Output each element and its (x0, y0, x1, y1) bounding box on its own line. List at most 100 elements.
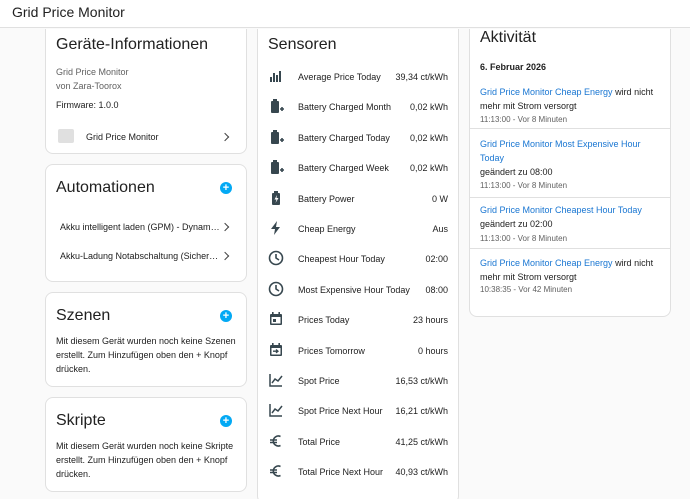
sensor-value: 39,34 ct/kWh (395, 72, 448, 82)
activity-entry: Grid Price Monitor Most Expensive Hour T… (470, 128, 670, 194)
add-script-button[interactable]: + (220, 415, 232, 427)
sensor-row[interactable]: Spot Price 16,53 ct/kWh (258, 366, 458, 396)
sensor-name: Spot Price (298, 376, 340, 386)
automation-label: Akku-Ladung Notabschaltung (Sicherh… (60, 251, 220, 261)
sensor-value: 16,53 ct/kWh (395, 376, 448, 386)
device-link-row[interactable]: Grid Price Monitor (46, 125, 246, 151)
device-firmware: Firmware: 1.0.0 (56, 100, 119, 110)
sensor-row[interactable]: Prices Today 23 hours (258, 305, 458, 335)
sensor-row[interactable]: Average Price Today 39,34 ct/kWh (258, 62, 458, 92)
automation-item[interactable]: Akku intelligent laden (GPM) - Dynamis… (46, 215, 246, 241)
battery-plus-icon (268, 159, 284, 175)
device-info-title: Geräte-Informationen (56, 36, 209, 53)
calendar-arrow-icon (268, 342, 284, 358)
sensor-row[interactable]: Cheap Energy Aus (258, 214, 458, 244)
clock-icon (268, 250, 284, 266)
sensor-name: Total Price Next Hour (298, 467, 384, 478)
activity-timestamp: 11:13:00 - Vor 8 Minuten (480, 115, 568, 124)
sensor-value: 08:00 (425, 284, 448, 295)
sensor-row[interactable]: Battery Power 0 W (258, 184, 458, 214)
sensor-name: Average Price Today (298, 72, 381, 82)
sensor-row[interactable]: Total Price Next Hour 40,93 ct/kWh (258, 457, 458, 487)
sensor-value: 23 hours (412, 315, 448, 326)
scripts-card: Skripte + Mit diesem Gerät wurden noch k… (45, 397, 247, 492)
sensor-row[interactable]: Most Expensive Hour Today 08:00 (258, 275, 458, 305)
battery-plus-icon (268, 98, 284, 114)
sensor-name: Battery Charged Month (298, 102, 392, 113)
calendar-icon (268, 311, 284, 327)
top-app-bar: Grid Price Monitor (0, 0, 690, 28)
line-chart-icon (268, 402, 284, 418)
device-manufacturer: von Zara-Toorox (56, 81, 122, 91)
scenes-title: Szenen (56, 307, 111, 324)
add-scene-button[interactable]: + (220, 310, 232, 322)
scenes-empty-text: Mit diesem Gerät wurden noch keine Szene… (56, 336, 236, 374)
device-link-label: Grid Price Monitor (86, 132, 159, 142)
scripts-title: Skripte (56, 412, 106, 429)
add-automation-button[interactable]: + (220, 182, 232, 194)
sensor-name: Most Expensive Hour Today (298, 284, 410, 295)
sensor-row[interactable]: Cheapest Hour Today 02:00 (258, 244, 458, 274)
activity-entity-link[interactable]: Grid Price Monitor Cheapest Hour Today (480, 205, 642, 215)
device-model: Grid Price Monitor (56, 67, 129, 77)
line-chart-icon (268, 372, 284, 388)
sensor-name: Spot Price Next Hour (298, 406, 383, 417)
automation-label: Akku intelligent laden (GPM) - Dynamis… (60, 222, 220, 232)
activity-title: Aktivität (480, 29, 537, 46)
sensor-name: Total Price (298, 436, 341, 447)
chevron-right-icon (220, 132, 230, 142)
chevron-right-icon (220, 222, 230, 232)
automations-card: Automationen + Akku intelligent laden (G… (45, 164, 247, 282)
sensor-row[interactable]: Battery Charged Today 0,02 kWh (258, 123, 458, 153)
sensor-value: 0 hours (417, 345, 448, 356)
activity-message: geändert zu 02:00 (480, 219, 553, 229)
sensor-name: Cheap Energy (298, 224, 356, 234)
clock-icon (268, 281, 284, 297)
automation-item[interactable]: Akku-Ladung Notabschaltung (Sicherh… (46, 244, 246, 270)
sensor-value: 16,21 ct/kWh (395, 406, 448, 417)
activity-timestamp: 11:13:00 - Vor 8 Minuten (480, 234, 568, 243)
sensor-name: Battery Power (298, 193, 355, 204)
sensor-row[interactable]: Battery Charged Month 0,02 kWh (258, 92, 458, 122)
scripts-empty-text: Mit diesem Gerät wurden noch keine Skrip… (56, 441, 234, 479)
sensor-name: Battery Charged Week (298, 163, 389, 174)
sensor-name: Prices Today (298, 315, 350, 326)
sensor-value: 0,02 kWh (409, 163, 448, 174)
sensor-name: Prices Tomorrow (298, 345, 365, 356)
activity-timestamp: 10:38:35 - Vor 42 Minuten (480, 285, 573, 294)
sensor-name: Battery Charged Today (298, 132, 390, 143)
sensors-card: Sensoren Average Price Today 39,34 ct/kWh… (257, 29, 459, 499)
app-title: Grid Price Monitor (12, 4, 125, 20)
sensor-value: Aus (432, 224, 448, 234)
euro-icon (268, 463, 284, 479)
activity-entry: Grid Price Monitor Cheap Energy wird nic… (470, 248, 670, 304)
device-info-card: Geräte-Informationen Grid Price Monitor … (45, 29, 247, 154)
sensors-title: Sensoren (268, 36, 337, 53)
sensor-value: 41,25 ct/kWh (395, 436, 448, 447)
device-thumbnail-icon (58, 129, 74, 143)
sensor-value: 0,02 kWh (409, 132, 448, 143)
sensor-row[interactable]: Prices Tomorrow 0 hours (258, 336, 458, 366)
sensor-row[interactable]: Spot Price Next Hour 16,21 ct/kWh (258, 396, 458, 426)
activity-message: geändert zu 08:00 (480, 167, 553, 177)
sensor-value: 0,02 kWh (409, 102, 448, 113)
sensor-row[interactable]: Battery Charged Week 0,02 kWh (258, 153, 458, 183)
activity-entity-link[interactable]: Grid Price Monitor Cheap Energy (480, 87, 613, 97)
activity-date: 6. Februar 2026 (480, 62, 547, 72)
sensor-value: 40,93 ct/kWh (395, 467, 448, 478)
activity-entry: Grid Price Monitor Cheap Energy wird nic… (470, 78, 670, 128)
activity-entity-link[interactable]: Grid Price Monitor Most Expensive Hour T… (480, 139, 641, 163)
scenes-card: Szenen + Mit diesem Gerät wurden noch ke… (45, 292, 247, 387)
battery-charging-icon (268, 190, 284, 206)
lightning-icon (268, 220, 284, 236)
sensor-row[interactable]: Total Price 41,25 ct/kWh (258, 427, 458, 457)
euro-icon (268, 433, 284, 449)
activity-card: Aktivität 6. Februar 2026 Grid Price Mon… (469, 29, 671, 317)
battery-plus-icon (268, 129, 284, 145)
activity-entity-link[interactable]: Grid Price Monitor Cheap Energy (480, 258, 613, 268)
automations-title: Automationen (56, 179, 155, 196)
activity-timestamp: 11:13:00 - Vor 8 Minuten (480, 181, 568, 190)
sensor-name: Cheapest Hour Today (298, 254, 385, 265)
activity-entry: Grid Price Monitor Cheapest Hour Today g… (470, 197, 670, 247)
sensor-value: 0 W (431, 193, 448, 204)
